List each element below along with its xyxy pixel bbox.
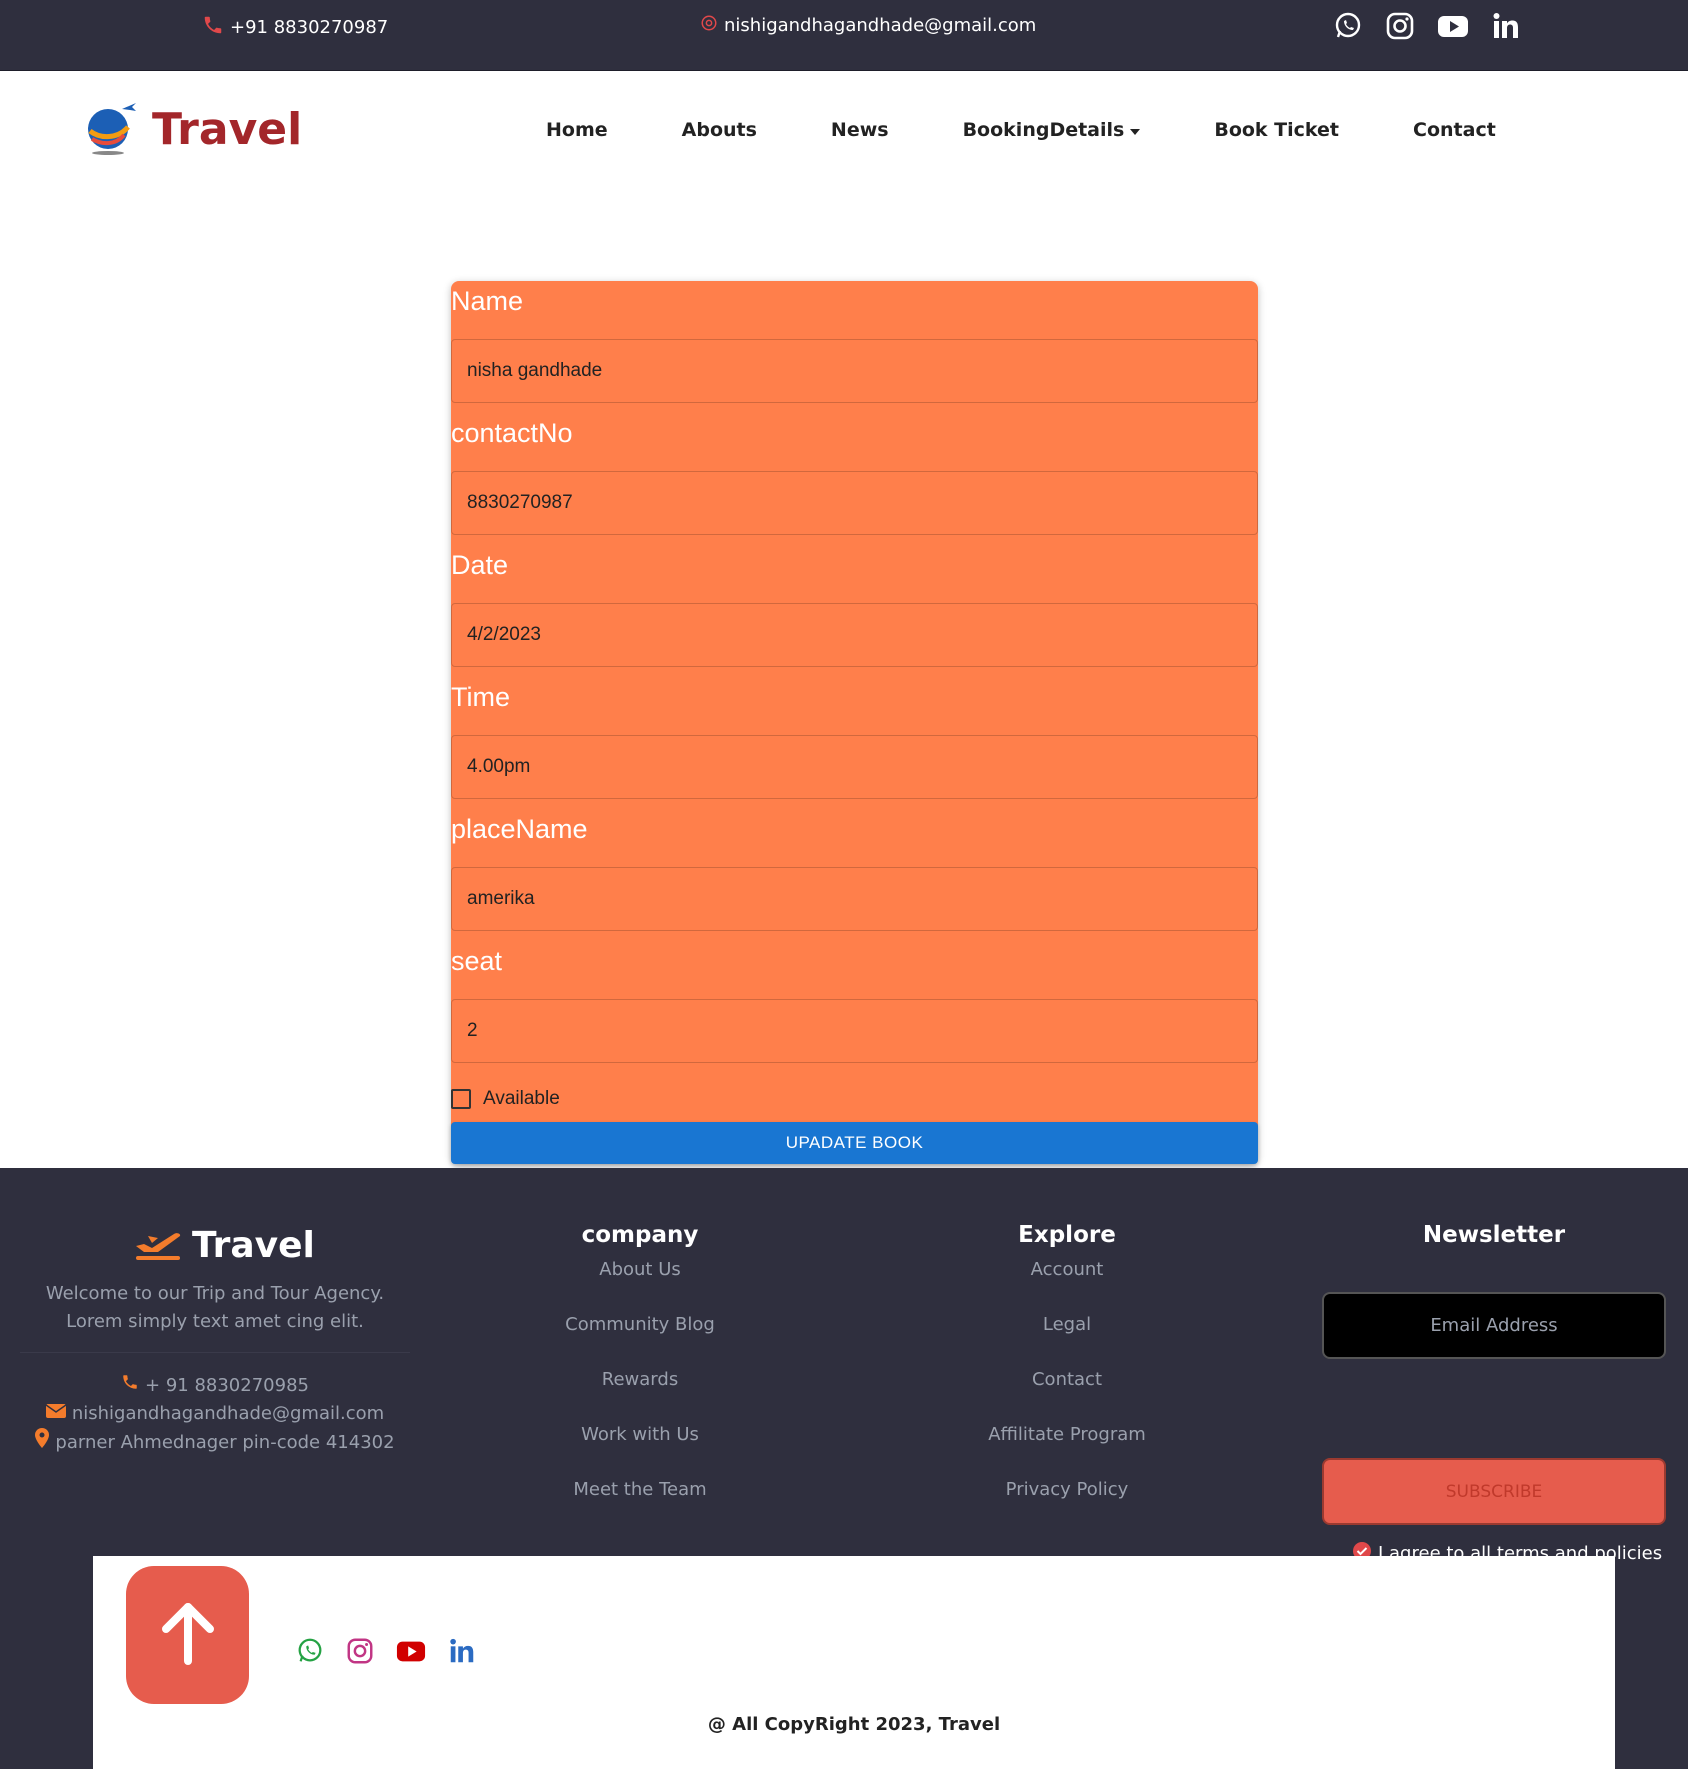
checkbox-box[interactable] [451, 1089, 471, 1109]
topbar-social [1332, 10, 1522, 42]
date-label: Date [451, 550, 509, 580]
instagram-icon[interactable] [345, 1636, 375, 1666]
footer-newsletter: Newsletter Email Address SUBSCRIBE I agr… [1322, 1222, 1666, 1564]
nav-home[interactable]: Home [546, 119, 608, 141]
topbar-phone[interactable]: +91 8830270987 [202, 14, 388, 41]
footer-explore-title: Explore [1018, 1222, 1116, 1248]
newsletter-email-input[interactable]: Email Address [1322, 1292, 1666, 1359]
nav-news[interactable]: News [831, 119, 889, 141]
footer-divider [20, 1352, 410, 1353]
footer-company: company About Us Community Blog Rewards … [490, 1222, 790, 1531]
caret-down-icon [1130, 119, 1141, 141]
youtube-icon[interactable] [395, 1636, 427, 1666]
contact-input[interactable]: 8830270987 [451, 471, 1258, 535]
footer-link-contact[interactable]: Contact [917, 1366, 1217, 1421]
seat-input[interactable]: 2 [451, 999, 1258, 1063]
navbar: Travel Home Abouts News BookingDetails B… [0, 71, 1688, 191]
at-icon [700, 14, 718, 37]
topbar-phone-text: +91 8830270987 [230, 17, 389, 38]
youtube-icon[interactable] [1436, 10, 1470, 42]
nav-contact[interactable]: Contact [1413, 119, 1496, 141]
nav-book-ticket[interactable]: Book Ticket [1214, 119, 1339, 141]
scroll-to-top-button[interactable] [126, 1566, 249, 1704]
nav-booking-details[interactable]: BookingDetails [963, 119, 1141, 141]
time-label: Time [451, 682, 510, 712]
footer-contact: + 91 8830270985 nishigandhagandhade@gmai… [20, 1372, 410, 1457]
phone-icon [202, 14, 224, 41]
footer-link-about-us[interactable]: About Us [490, 1256, 790, 1311]
envelope-icon [45, 1400, 67, 1428]
topbar-email[interactable]: nishigandhagandhade@gmail.com [700, 14, 1036, 37]
footer-address: parner Ahmednager pin-code 414302 [20, 1428, 410, 1457]
subscribe-button[interactable]: SUBSCRIBE [1322, 1458, 1666, 1525]
name-input[interactable]: nisha gandhade [451, 339, 1258, 403]
footer-phone-text: + 91 8830270985 [145, 1375, 309, 1396]
footer-link-privacy-policy[interactable]: Privacy Policy [917, 1476, 1217, 1531]
available-checkbox[interactable]: Available [451, 1088, 560, 1110]
available-label: Available [483, 1088, 560, 1109]
footer-link-meet-the-team[interactable]: Meet the Team [490, 1476, 790, 1531]
top-bar: +91 8830270987 nishigandhagandhade@gmail… [0, 0, 1688, 71]
footer-link-rewards[interactable]: Rewards [490, 1366, 790, 1421]
footer-explore: Explore Account Legal Contact Affilitate… [917, 1222, 1217, 1531]
airplane-icon [134, 1224, 182, 1266]
footer-link-account[interactable]: Account [917, 1256, 1217, 1311]
linkedin-icon[interactable] [1490, 10, 1522, 42]
time-input[interactable]: 4.00pm [451, 735, 1258, 799]
contact-label: contactNo [451, 418, 573, 448]
copyright-text: @ All CopyRight 2023, Travel [707, 1714, 1001, 1735]
footer-description: Welcome to our Trip and Tour Agency. Lor… [20, 1280, 410, 1336]
whatsapp-icon[interactable] [1332, 10, 1364, 42]
footer-email-text: nishigandhagandhade@gmail.com [71, 1403, 385, 1424]
footer-link-community-blog[interactable]: Community Blog [490, 1311, 790, 1366]
footer-address-text: parner Ahmednager pin-code 414302 [55, 1431, 395, 1453]
seat-label: seat [451, 946, 503, 976]
footer-phone[interactable]: + 91 8830270985 [20, 1372, 410, 1400]
brand-logo[interactable]: Travel [82, 97, 302, 162]
footer: Travel Welcome to our Trip and Tour Agen… [0, 1168, 1688, 1769]
globe-plane-icon [82, 97, 142, 162]
instagram-icon[interactable] [1384, 10, 1416, 42]
footer-link-work-with-us[interactable]: Work with Us [490, 1421, 790, 1476]
footer-link-legal[interactable]: Legal [917, 1311, 1217, 1366]
footer-company-title: company [581, 1222, 699, 1248]
main-nav: Home Abouts News BookingDetails Book Tic… [546, 119, 1570, 141]
brand-name: Travel [152, 104, 303, 155]
phone-icon [121, 1372, 139, 1400]
arrow-up-icon [160, 1601, 216, 1669]
location-pin-icon [35, 1428, 50, 1457]
footer-description-line1: Welcome to our Trip and Tour Agency. [45, 1283, 385, 1304]
footer-bottom: @ All CopyRight 2023, Travel [93, 1556, 1615, 1769]
footer-social [295, 1636, 477, 1666]
update-book-button[interactable]: UPADATE BOOK [451, 1122, 1258, 1164]
footer-brand[interactable]: Travel [134, 1224, 315, 1266]
footer-link-affiliate-program[interactable]: Affilitate Program [917, 1421, 1217, 1476]
topbar-email-text: nishigandhagandhade@gmail.com [724, 15, 1037, 36]
name-label: Name [451, 286, 524, 316]
date-input[interactable]: 4/2/2023 [451, 603, 1258, 667]
whatsapp-icon[interactable] [295, 1636, 325, 1666]
linkedin-icon[interactable] [447, 1636, 477, 1666]
place-label: placeName [451, 814, 588, 844]
footer-email[interactable]: nishigandhagandhade@gmail.com [20, 1400, 410, 1428]
place-input[interactable]: amerika [451, 867, 1258, 931]
nav-abouts[interactable]: Abouts [682, 119, 757, 141]
newsletter-title: Newsletter [1422, 1222, 1566, 1248]
footer-brand-name: Travel [192, 1224, 315, 1266]
booking-form: Name nisha gandhade contactNo 8830270987… [451, 281, 1258, 1164]
footer-description-line2: Lorem simply text amet cing elit. [66, 1311, 364, 1332]
nav-booking-details-label: BookingDetails [962, 119, 1125, 141]
